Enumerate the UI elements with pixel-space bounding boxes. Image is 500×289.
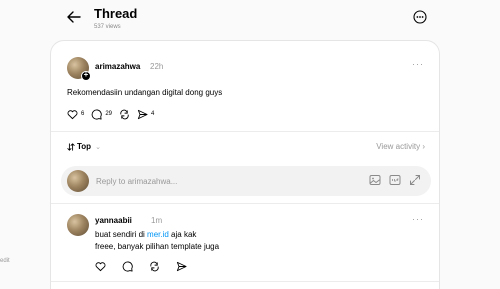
reply-tools [369,174,421,186]
divider [51,131,439,132]
sort-label: Top [77,142,92,151]
like-button[interactable]: 6 [67,109,84,120]
heart-icon [67,109,78,119]
post-timestamp: 22h [150,62,164,71]
reply-more-icon[interactable]: ··· [412,214,424,224]
comment-count: 29 [105,111,113,117]
post-more-icon[interactable]: ··· [412,59,424,69]
divider [51,281,439,282]
reply-placeholder: Reply to arimazahwa... [96,177,178,186]
share-button[interactable]: 4 [137,109,154,120]
chevron-right-icon: › [422,142,425,151]
edge-text: edit [0,258,10,264]
chevron-down-icon: ⌄ [95,143,101,151]
repost-button[interactable] [119,109,130,120]
view-activity-link[interactable]: View activity › [376,142,425,151]
original-post: + arimazahwa 22h ··· Rekomendasiin undan… [51,41,439,131]
reply-text-after: aja kak [168,230,197,239]
page-title: Thread [94,6,138,21]
repost-icon [120,109,129,119]
comment-button[interactable]: 29 [91,109,112,120]
post-actions: 6 29 4 [67,108,154,120]
thread-header: Thread 537 views [50,0,440,40]
reply-text-before: buat sendiri di [95,230,148,239]
back-arrow-icon[interactable] [66,9,82,25]
reply-link[interactable]: mer.id [147,230,169,239]
image-icon[interactable] [369,174,381,186]
comment-icon [92,109,103,120]
repost-icon[interactable] [149,261,160,272]
send-icon[interactable] [176,261,187,272]
reply-text: buat sendiri di mer.id aja kak [95,230,196,239]
post-username[interactable]: arimazahwa [95,62,140,71]
view-activity-label: View activity [376,142,421,151]
gif-icon[interactable] [389,174,401,186]
sort-dropdown[interactable]: Top ⌄ [67,142,101,151]
reply-timestamp: 1m [151,216,163,225]
more-options-icon[interactable] [413,10,427,24]
expand-icon[interactable] [409,174,421,186]
avatar[interactable] [67,214,89,236]
thread-card: + arimazahwa 22h ··· Rekomendasiin undan… [50,40,440,289]
post-text: Rekomendasiin undangan digital dong guys [67,88,223,97]
views-count: 537 views [94,24,121,30]
like-count: 6 [81,111,85,117]
reply-username[interactable]: yannaabii [95,216,132,225]
comment-icon[interactable] [122,261,133,272]
heart-icon[interactable] [95,261,106,272]
send-icon [137,109,148,119]
sort-icon [67,142,75,151]
share-count: 4 [151,111,155,117]
reply-actions [95,261,187,272]
reply-input[interactable]: Reply to arimazahwa... [61,166,431,196]
reply-text-line2: freee, banyak pilihan template juga [95,242,220,251]
reply-item: yannaabii 1m ··· buat sendiri di mer.id … [51,203,439,281]
reply-avatar [67,170,89,192]
follow-plus-icon[interactable]: + [81,71,91,81]
